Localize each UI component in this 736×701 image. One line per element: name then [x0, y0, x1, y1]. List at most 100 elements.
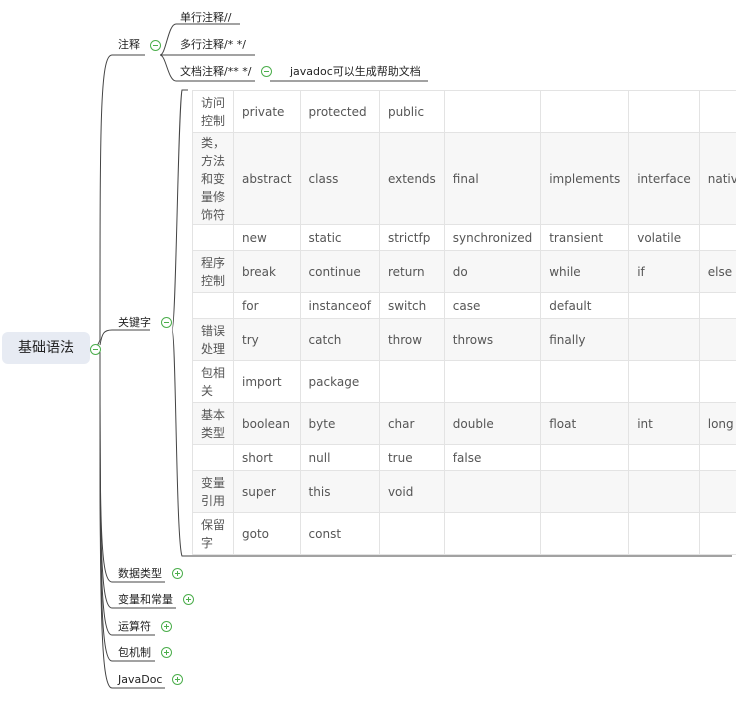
row-category-label: [191, 444, 235, 471]
row-category-label: 访问 控制: [191, 90, 235, 133]
keyword-cell: transient: [540, 224, 630, 251]
keyword-cell: short: [233, 444, 301, 471]
keyword-cell: int: [628, 402, 700, 445]
keyword-cell: [628, 512, 700, 555]
keyword-cell: byte: [299, 402, 380, 445]
table-row: 基本 类型 boolean byte char double float int long: [191, 402, 736, 445]
row-category-label: 类， 方法 和变 量修 饰符: [191, 132, 235, 225]
topic-variables-constants[interactable]: 变量和常量: [118, 593, 173, 607]
subtopic-single-line-comment[interactable]: 单行注释//: [180, 11, 231, 25]
keyword-cell: break: [233, 250, 301, 293]
row-category-label: [191, 224, 235, 251]
row-category-label: 基本 类型: [191, 402, 235, 445]
keyword-cell: native: [698, 132, 736, 225]
keyword-cell: static: [299, 224, 380, 251]
collapse-toggle-icon[interactable]: [150, 40, 161, 51]
keyword-cell: throw: [378, 318, 445, 361]
keyword-cell: [628, 470, 700, 513]
expand-toggle-icon[interactable]: [172, 568, 183, 579]
keywords-table: 访问 控制 private protected public 类， 方法 和变 量修 饰…: [191, 90, 736, 555]
keyword-cell: final: [443, 132, 542, 225]
keyword-cell: [628, 318, 700, 361]
root-topic[interactable]: 基础语法: [2, 332, 90, 364]
keyword-cell: boolean: [233, 402, 301, 445]
keyword-cell: do: [443, 250, 542, 293]
keyword-cell: [443, 90, 542, 133]
table-row: 变量 引用 super this void: [191, 470, 736, 513]
topic-comments[interactable]: 注释: [118, 38, 140, 52]
keyword-cell: [378, 512, 445, 555]
keyword-cell: implements: [540, 132, 630, 225]
keyword-cell: [628, 360, 700, 403]
keyword-cell: [628, 444, 700, 471]
keyword-cell: super: [233, 470, 301, 513]
keyword-cell: [628, 292, 700, 319]
keyword-cell: [628, 90, 700, 133]
keyword-cell: try: [233, 318, 301, 361]
row-category-label: 保留 字: [191, 512, 235, 555]
keyword-cell: [698, 318, 736, 361]
collapse-toggle-icon[interactable]: [261, 66, 272, 77]
keyword-cell: false: [443, 444, 542, 471]
keyword-cell: public: [378, 90, 445, 133]
subtopic-javadoc-note[interactable]: javadoc可以生成帮助文档: [290, 65, 421, 79]
topic-keywords[interactable]: 关键字: [118, 316, 151, 330]
keyword-cell: import: [233, 360, 301, 403]
keyword-cell: volatile: [628, 224, 700, 251]
topic-data-types[interactable]: 数据类型: [118, 567, 162, 581]
keyword-cell: [443, 512, 542, 555]
keyword-cell: [698, 224, 736, 251]
keyword-cell: catch: [299, 318, 380, 361]
keyword-cell: finally: [540, 318, 630, 361]
collapse-toggle-icon[interactable]: [161, 317, 172, 328]
keyword-cell: for: [233, 292, 301, 319]
expand-toggle-icon[interactable]: [183, 594, 194, 605]
keyword-cell: private: [233, 90, 301, 133]
keyword-cell: [443, 360, 542, 403]
keyword-cell: [540, 512, 630, 555]
keyword-cell: synchronized: [443, 224, 542, 251]
keyword-cell: class: [299, 132, 380, 225]
table-row: 访问 控制 private protected public: [191, 90, 736, 133]
subtopic-multi-line-comment[interactable]: 多行注释/* */: [180, 38, 246, 52]
keyword-cell: abstract: [233, 132, 301, 225]
expand-toggle-icon[interactable]: [172, 674, 183, 685]
topic-javadoc[interactable]: JavaDoc: [118, 673, 162, 687]
table-row: 程序 控制 break continue return do while if else: [191, 250, 736, 293]
keyword-cell: long: [698, 402, 736, 445]
table-row: new static strictfp synchronized transient vo…: [191, 224, 736, 251]
row-category-label: 包相 关: [191, 360, 235, 403]
topic-operators[interactable]: 运算符: [118, 620, 151, 634]
keyword-cell: else: [698, 250, 736, 293]
keyword-cell: float: [540, 402, 630, 445]
keyword-cell: null: [299, 444, 380, 471]
subtopic-doc-comment[interactable]: 文档注释/** */: [180, 65, 251, 79]
keyword-cell: while: [540, 250, 630, 293]
table-row: 保留 字 goto const: [191, 512, 736, 555]
keyword-cell: [378, 360, 445, 403]
keyword-cell: const: [299, 512, 380, 555]
table-row: 包相 关 import package: [191, 360, 736, 403]
keyword-cell: [698, 470, 736, 513]
expand-toggle-icon[interactable]: [161, 621, 172, 632]
table-row: short null true false: [191, 444, 736, 471]
keyword-cell: interface: [628, 132, 700, 225]
expand-toggle-icon[interactable]: [161, 647, 172, 658]
row-category-label: 变量 引用: [191, 470, 235, 513]
keyword-cell: case: [443, 292, 542, 319]
keyword-cell: throws: [443, 318, 542, 361]
keyword-cell: strictfp: [378, 224, 445, 251]
keyword-cell: double: [443, 402, 542, 445]
collapse-toggle-icon[interactable]: [90, 344, 101, 355]
keyword-cell: [698, 90, 736, 133]
keyword-cell: [698, 512, 736, 555]
keyword-cell: this: [299, 470, 380, 513]
topic-package-mechanism[interactable]: 包机制: [118, 646, 151, 660]
keyword-cell: instanceof: [299, 292, 380, 319]
keyword-cell: char: [378, 402, 445, 445]
keyword-cell: return: [378, 250, 445, 293]
row-category-label: 程序 控制: [191, 250, 235, 293]
keyword-cell: true: [378, 444, 445, 471]
keyword-cell: [540, 360, 630, 403]
keyword-cell: void: [378, 470, 445, 513]
